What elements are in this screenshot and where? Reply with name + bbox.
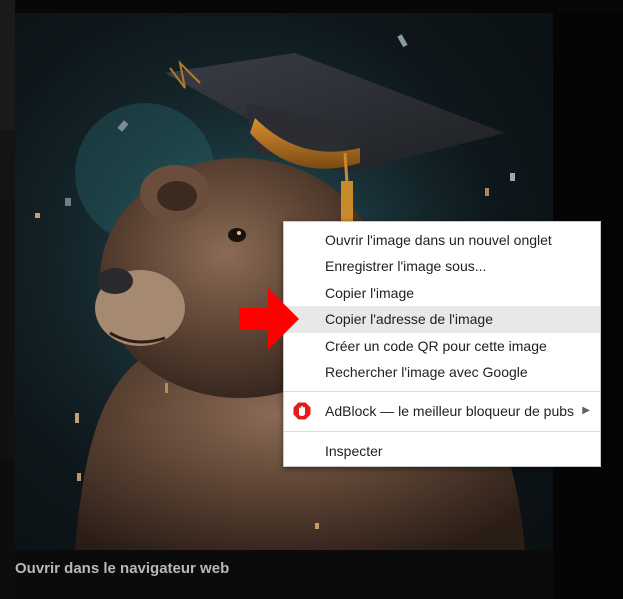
- menu-create-qr-code[interactable]: Créer un code QR pour cette image: [284, 333, 600, 359]
- menu-separator: [284, 391, 600, 393]
- left-partial-content: [0, 0, 15, 599]
- menu-copy-image-address[interactable]: Copier l'adresse de l'image: [284, 306, 600, 333]
- menu-adblock-label: AdBlock — le meilleur bloqueur de pubs: [325, 403, 575, 420]
- top-background: [15, 0, 623, 13]
- left-thumbnail-3: [0, 200, 15, 460]
- red-pointer-arrow-icon: [239, 288, 299, 350]
- adblock-icon: [293, 402, 311, 420]
- context-menu: Ouvrir l'image dans un nouvel onglet Enr…: [283, 221, 601, 467]
- menu-copy-image[interactable]: Copier l'image: [284, 280, 600, 306]
- menu-search-image-google[interactable]: Rechercher l'image avec Google: [284, 359, 600, 385]
- menu-inspect[interactable]: Inspecter: [284, 438, 600, 464]
- menu-adblock[interactable]: AdBlock — le meilleur bloqueur de pubs ▶: [284, 398, 600, 424]
- menu-save-image-as[interactable]: Enregistrer l'image sous...: [284, 253, 600, 279]
- menu-open-image-new-tab[interactable]: Ouvrir l'image dans un nouvel onglet: [284, 227, 600, 253]
- left-thumbnail-2: [0, 130, 15, 200]
- submenu-arrow-icon: ▶: [582, 405, 590, 417]
- open-in-browser-caption[interactable]: Ouvrir dans le navigateur web: [15, 556, 229, 582]
- menu-separator: [284, 430, 600, 432]
- left-thumbnail-1: [0, 0, 15, 130]
- screen: Ouvrir dans le navigateur web Ouvrir l'i…: [0, 0, 623, 599]
